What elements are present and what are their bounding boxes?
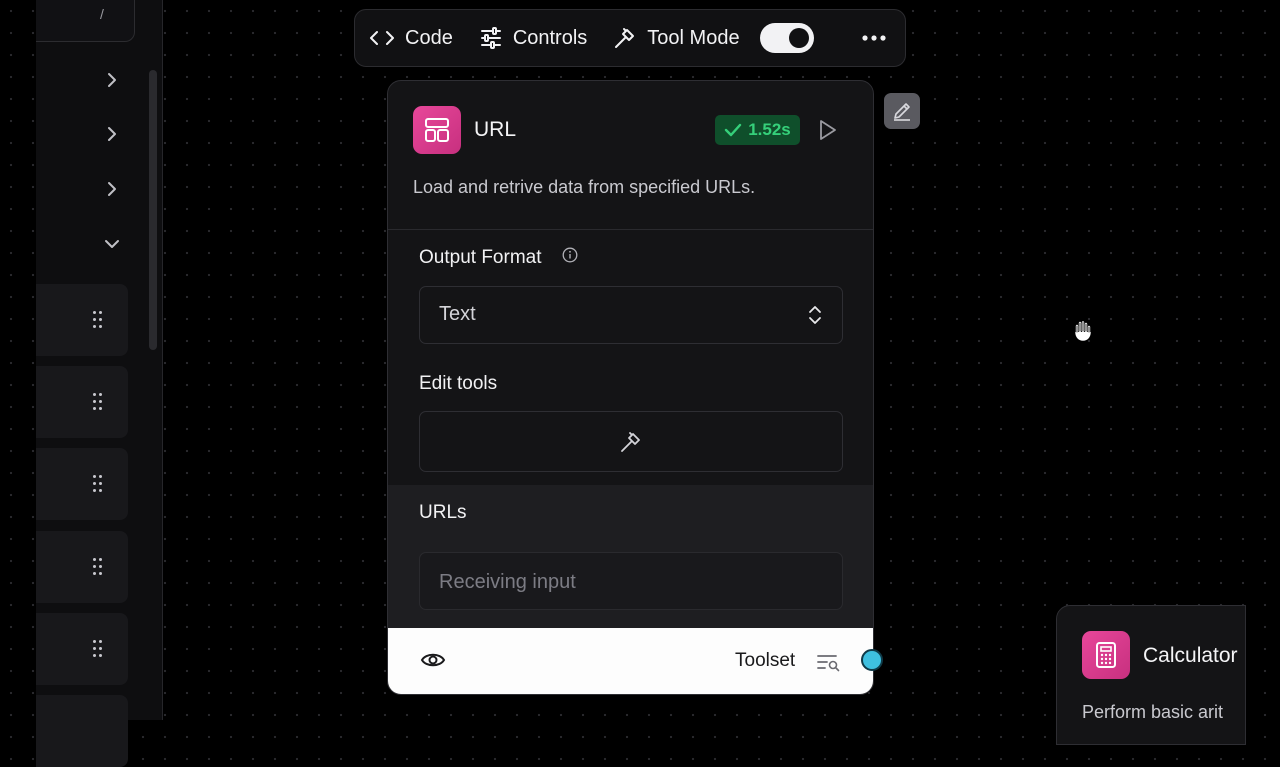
- sidebar-component-item[interactable]: [36, 613, 128, 685]
- calculator-icon: [1082, 631, 1130, 679]
- grab-cursor-icon: [1075, 321, 1091, 341]
- drag-handle-icon[interactable]: [92, 311, 104, 329]
- node-description: Load and retrive data from specified URL…: [413, 177, 756, 197]
- edit-tools-button[interactable]: [419, 411, 843, 472]
- sidebar: /: [36, 0, 163, 767]
- edit-tools-label: Edit tools: [419, 373, 498, 394]
- tool-mode-toggle[interactable]: [759, 23, 814, 53]
- chevron-down-icon[interactable]: [102, 234, 122, 254]
- urls-section: URLs Receiving input: [388, 485, 873, 628]
- drag-handle-icon[interactable]: [92, 640, 104, 658]
- search-shortcut-key: /: [100, 6, 104, 22]
- url-node[interactable]: URL 1.52s Load and retrive data from spe…: [387, 80, 874, 695]
- sliders-icon: [480, 27, 501, 49]
- sidebar-component-item[interactable]: [36, 284, 128, 356]
- code-button-label: Code: [405, 26, 453, 49]
- urls-input[interactable]: Receiving input: [419, 552, 843, 610]
- tool-mode-button[interactable]: Tool Mode: [613, 26, 740, 50]
- node-header: URL 1.52s Load and retrive data from spe…: [388, 81, 873, 230]
- toggle-knob: [788, 28, 809, 48]
- sidebar-component-item[interactable]: [36, 531, 128, 603]
- sidebar-component-item[interactable]: [36, 366, 128, 438]
- sidebar-scrollbar[interactable]: [149, 70, 157, 350]
- toolset-label: Toolset: [735, 650, 796, 671]
- chevron-right-icon[interactable]: [102, 179, 122, 199]
- drag-handle-icon[interactable]: [92, 558, 104, 576]
- code-icon: [370, 31, 394, 45]
- toolset-output-handle[interactable]: [861, 649, 883, 671]
- calculator-node-title[interactable]: Calculator: [1143, 644, 1238, 668]
- output-format-value: Text: [439, 303, 476, 325]
- drag-handle-icon[interactable]: [92, 393, 104, 411]
- node-title[interactable]: URL: [474, 118, 516, 142]
- sidebar-component-item[interactable]: [36, 448, 128, 520]
- run-status-badge: 1.52s: [715, 115, 800, 145]
- chevron-right-icon[interactable]: [102, 124, 122, 144]
- code-button[interactable]: Code: [369, 27, 453, 50]
- info-icon[interactable]: [562, 247, 578, 263]
- tool-mode-label: Tool Mode: [647, 26, 740, 49]
- play-icon[interactable]: [818, 119, 838, 141]
- eye-icon[interactable]: [420, 650, 446, 670]
- edit-note-button[interactable]: [884, 93, 920, 129]
- node-footer: Toolset: [388, 628, 873, 694]
- hammer-icon: [615, 28, 635, 48]
- list-search-icon[interactable]: [817, 652, 841, 672]
- urls-label: URLs: [419, 502, 467, 523]
- sidebar-component-item[interactable]: [36, 695, 128, 767]
- sidebar-search[interactable]: /: [36, 0, 135, 42]
- run-time: 1.52s: [748, 120, 791, 139]
- hammer-icon: [621, 431, 640, 452]
- check-icon: [725, 123, 742, 137]
- more-options-icon[interactable]: [861, 34, 887, 42]
- layout-icon: [413, 106, 461, 154]
- controls-button-label: Controls: [512, 26, 588, 49]
- drag-handle-icon[interactable]: [92, 475, 104, 493]
- pencil-icon: [894, 103, 910, 121]
- controls-button[interactable]: Controls: [479, 26, 587, 50]
- output-format-select[interactable]: Text: [419, 286, 843, 344]
- calculator-node[interactable]: Calculator Perform basic arit: [1056, 605, 1246, 745]
- chevron-up-down-icon: [809, 306, 821, 324]
- chevron-right-icon[interactable]: [102, 70, 122, 90]
- output-format-label: Output Format: [419, 247, 542, 268]
- node-toolbar: Code Controls Tool Mode: [354, 9, 906, 67]
